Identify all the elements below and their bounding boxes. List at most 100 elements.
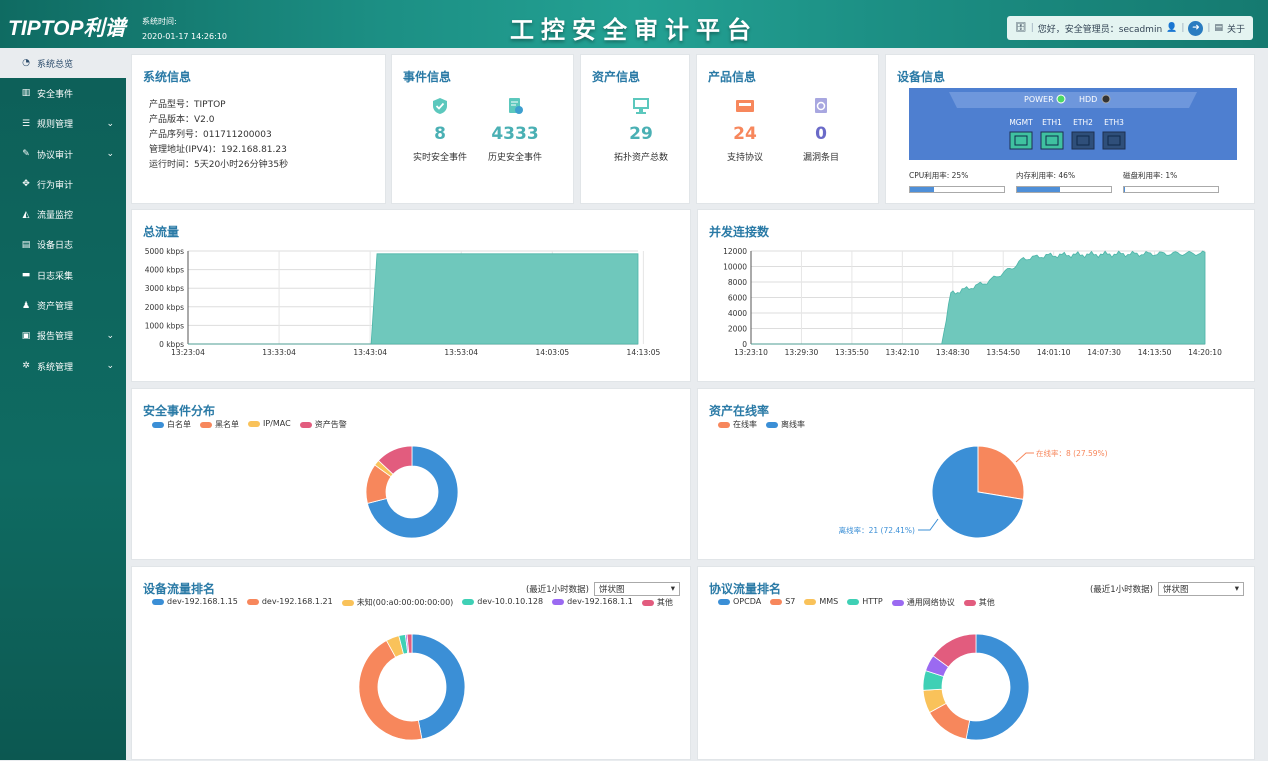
sidebar-item-label: 报告管理: [37, 332, 74, 343]
area-chart-icon: ◭: [22, 209, 30, 220]
y-tick-label: 1000 kbps: [145, 321, 184, 330]
sidebar-item-2[interactable]: ☰ 规则管理 ⌄: [0, 109, 126, 139]
management-address: 管理地址(IPV4)：192.168.81.23: [149, 145, 287, 155]
logout-icon[interactable]: ➜: [1188, 20, 1204, 36]
x-tick-label: 14:13:05: [627, 348, 661, 357]
y-tick-label: 10000: [723, 263, 747, 272]
vulns-stat[interactable]: 0 漏洞条目: [781, 97, 861, 163]
sidebar-item-label: 行为审计: [37, 180, 74, 191]
memory-usage: 内存利用率: 46%: [1016, 170, 1112, 193]
sidebar-item-4[interactable]: ✥ 行为审计: [0, 169, 126, 199]
sidebar-item-8[interactable]: ♟ 资产管理: [0, 290, 126, 320]
product-version: 产品版本：V2.0: [149, 115, 215, 125]
sidebar-item-3[interactable]: ✎ 协议审计 ⌄: [0, 139, 126, 169]
sidebar-item-label: 系统总览: [37, 59, 74, 70]
concurrent-connections-panel: 并发连接数 12000 10000 8000 6000 4000 2000 0 13:23:1…: [697, 209, 1255, 382]
about-link[interactable]: 关于: [1227, 22, 1245, 35]
protocols-count: 24: [733, 124, 757, 144]
dashboard-icon: ◔: [22, 58, 30, 69]
sidebar-item-5[interactable]: ◭ 流量监控: [0, 199, 126, 229]
y-tick-label: 5000 kbps: [145, 247, 184, 256]
protocol-traffic-ranking-panel: 协议流量排名 (最近1小时数据) 饼状图 ▾ OPCDA S7 MMS HTTP 通用网络…: [697, 566, 1255, 760]
sidebar-item-label: 协议审计: [37, 150, 74, 161]
system-info-list: 产品型号：TIPTOP 产品版本：V2.0 产品序列号：011711200003…: [149, 98, 288, 173]
top-header: TIPTOP利谱 系统时间: 2020-01-17 14:26:10 工控安全审…: [0, 0, 1268, 48]
disk-usage-label: 磁盘利用率: 1%: [1123, 171, 1178, 180]
sidebar-item-10[interactable]: ✲ 系统管理 ⌄: [0, 351, 126, 381]
security-event-distribution-panel: 安全事件分布 白名单 黑名单 IP/MAC 资产告警: [131, 388, 691, 560]
sidebar-item-label: 安全事件: [37, 89, 74, 100]
sitemap-icon: ♟: [21, 300, 31, 311]
protocol-traffic-donut-chart: [922, 633, 1030, 741]
sidebar-item-1[interactable]: ▥ 安全事件: [0, 78, 126, 108]
ethernet-port-icon: [1040, 131, 1064, 150]
device-traffic-donut-chart: [358, 633, 466, 741]
cpu-usage: CPU利用率: 25%: [909, 170, 1005, 193]
ethernet-port-icon: [1071, 131, 1095, 150]
server-icon: ▬: [21, 270, 31, 281]
chevron-down-icon: ⌄: [106, 330, 114, 341]
sidebar-item-6[interactable]: ▤ 设备日志: [0, 230, 126, 260]
about-icon: ▤: [1214, 23, 1223, 33]
total-traffic-chart: 5000 kbps 4000 kbps 3000 kbps 2000 kbps 1000…: [145, 247, 661, 357]
list-icon: ☰: [21, 118, 31, 129]
system-info-title: 系统信息: [143, 70, 192, 84]
x-tick-label: 13:48:30: [936, 348, 970, 357]
asset-total-stat[interactable]: 29 拓扑资产总数: [601, 97, 681, 163]
asset-online-rate-panel: 资产在线率 在线率 离线率 在线率：8 (27.59%) 离线率：21 (72.41…: [697, 388, 1255, 560]
asset-total-count: 29: [629, 124, 653, 144]
history-events-label: 历史安全事件: [487, 153, 542, 163]
x-tick-label: 14:13:50: [1138, 348, 1172, 357]
y-tick-label: 6000: [728, 294, 747, 303]
realtime-events-count: 8: [434, 124, 446, 144]
history-events-stat[interactable]: 4333 历史安全事件: [475, 97, 555, 163]
realtime-events-stat[interactable]: 8 实时安全事件: [400, 97, 480, 163]
ethernet-port-icon: [1009, 131, 1033, 150]
protocols-stat[interactable]: 24 支持协议: [705, 97, 785, 163]
chevron-down-icon: ⌄: [106, 361, 114, 372]
sidebar: ◔ 系统总览 ▥ 安全事件 ☰ 规则管理 ⌄ ✎ 协议审计 ⌄ ✥ 行为审计 ◭ 流量监控 ▤ 设备日志 ▬ 日志…: [0, 48, 126, 760]
x-tick-label: 14:20:10: [1188, 348, 1222, 357]
system-info-panel: 系统信息 产品型号：TIPTOP 产品版本：V2.0 产品序列号：0117112…: [131, 54, 386, 204]
sidebar-item-label: 规则管理: [37, 120, 74, 131]
user-icon: 👤: [1166, 23, 1178, 33]
x-tick-label: 13:23:10: [734, 348, 768, 357]
product-serial: 产品序列号：011711200003: [149, 130, 272, 140]
y-tick-label: 3000 kbps: [145, 284, 184, 293]
area-series: [188, 253, 639, 345]
device-info-title: 设备信息: [897, 70, 946, 84]
history-events-count: 4333: [491, 124, 539, 144]
monitor-icon: [633, 98, 649, 114]
report-icon: ▣: [21, 330, 31, 341]
sidebar-item-7[interactable]: ▬ 日志采集: [0, 260, 126, 290]
disk-usage: 磁盘利用率: 1%: [1123, 170, 1219, 193]
pie-slice: [411, 633, 466, 740]
port-label: MGMT: [1009, 118, 1033, 127]
x-tick-label: 13:53:04: [444, 348, 478, 357]
device-front-panel: POWER HDD MGMT ETH1 ETH2 ETH3: [909, 88, 1237, 160]
shield-check-icon: [433, 98, 447, 114]
device-traffic-ranking-panel: 设备流量排名 (最近1小时数据) 饼状图 ▾ dev-192.168.1.15 de…: [131, 566, 691, 760]
x-tick-label: 13:43:04: [353, 348, 387, 357]
asset-online-pie-chart: 在线率：8 (27.59%) 离线率：21 (72.41%): [839, 445, 1108, 539]
y-tick-label: 2000: [728, 325, 747, 334]
x-tick-label: 13:42:10: [885, 348, 919, 357]
product-model: 产品型号：TIPTOP: [149, 100, 226, 110]
device-info-panel: 设备信息 POWER HDD MGMT ETH1 ETH2 ETH3 CPU利用率: …: [885, 54, 1255, 204]
target-icon: ✥: [22, 179, 30, 190]
port-label: ETH1: [1042, 118, 1062, 127]
event-info-title: 事件信息: [403, 70, 452, 84]
x-tick-label: 14:03:05: [535, 348, 569, 357]
cpu-usage-bar: [910, 187, 934, 192]
vulnerability-icon: [815, 98, 827, 113]
database-icon[interactable]: 🗄: [1015, 23, 1026, 33]
user-bar: 🗄 | 您好，安全管理员：secadmin 👤 | ➜ | ▤ 关于: [1007, 16, 1253, 40]
sidebar-item-9[interactable]: ▣ 报告管理 ⌄: [0, 321, 126, 351]
pie-slice: [358, 640, 423, 741]
sidebar-item-label: 日志采集: [37, 271, 74, 282]
wrench-icon: ✎: [22, 149, 30, 160]
sidebar-item-0[interactable]: ◔ 系统总览: [0, 48, 126, 79]
offline-slice-label: 离线率：21 (72.41%): [839, 525, 915, 535]
protocol-icon: [736, 100, 754, 112]
y-tick-label: 4000: [728, 309, 747, 318]
